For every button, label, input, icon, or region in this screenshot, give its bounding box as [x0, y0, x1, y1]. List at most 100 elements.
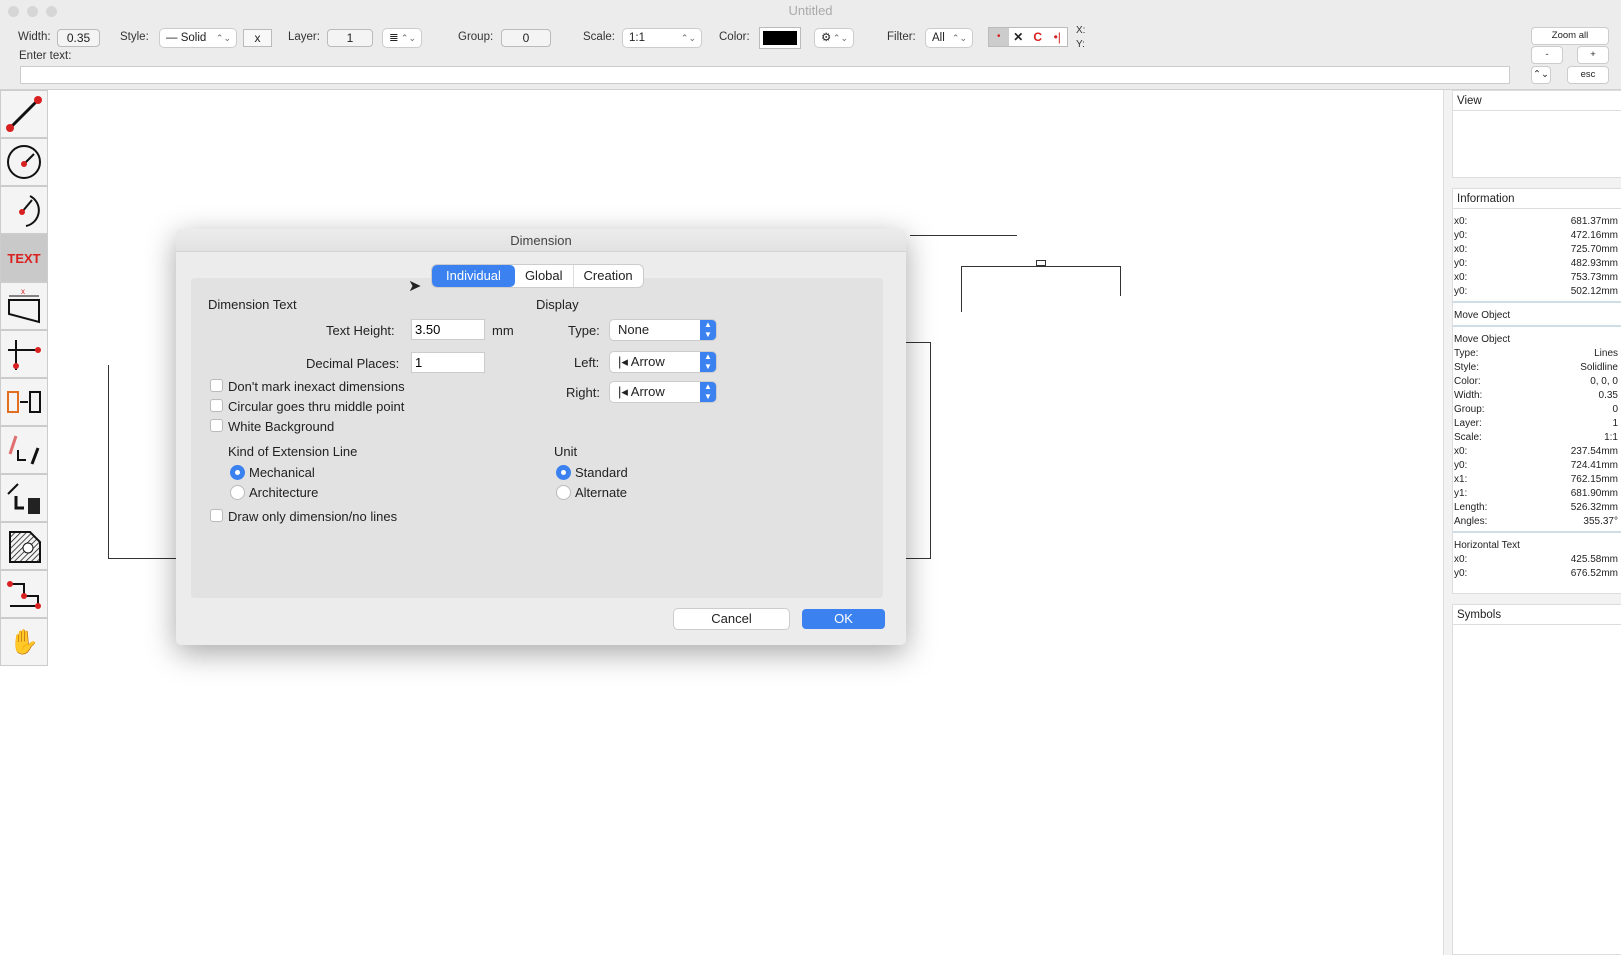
- chevron-updown-icon: ▲ ▼: [700, 382, 716, 402]
- symbols-title: Symbols: [1453, 605, 1621, 625]
- esc-button[interactable]: esc: [1568, 67, 1608, 83]
- info-row: Group: 0: [1453, 403, 1621, 417]
- info-value: 724.41mm: [1570, 460, 1618, 471]
- color-well[interactable]: [759, 27, 801, 49]
- drawing-line: [910, 235, 1017, 236]
- width-label: Width:: [18, 31, 51, 43]
- mechanical-radio[interactable]: [230, 465, 245, 480]
- info-value: 681.37mm: [1570, 216, 1618, 227]
- chevron-updown-icon: ⌃⌄: [951, 33, 967, 43]
- right-label: Right:: [566, 385, 600, 400]
- delete-object-tool[interactable]: [0, 474, 48, 522]
- info-row: x0: 725.70mm: [1453, 243, 1621, 257]
- cancel-button[interactable]: Cancel: [674, 609, 789, 629]
- info-key: x0:: [1454, 446, 1468, 457]
- right-value: Arrow: [630, 384, 665, 399]
- snap-cross-icon[interactable]: ✕: [1008, 28, 1028, 46]
- line-tool[interactable]: [0, 90, 48, 138]
- style-clear-button[interactable]: x: [243, 29, 272, 47]
- hatch-icon: [9, 531, 41, 563]
- style-select[interactable]: — Solid ⌃⌄: [160, 29, 236, 47]
- left-arrow-select[interactable]: |◂ Arrow ▲ ▼: [610, 352, 716, 372]
- unit-heading: Unit: [554, 444, 578, 459]
- pan-hand-tool[interactable]: ✋: [0, 618, 48, 666]
- settings-select[interactable]: ⚙ ⌃⌄: [815, 29, 853, 47]
- information-title: Information: [1453, 189, 1621, 209]
- snap-center-icon[interactable]: C: [1028, 28, 1048, 46]
- snap-point-icon[interactable]: •: [989, 28, 1009, 46]
- info-row: y0: 482.93mm: [1453, 257, 1621, 271]
- scale-select[interactable]: 1:1 ⌃⌄: [623, 29, 701, 47]
- info-key: Group:: [1454, 404, 1485, 415]
- dimension-tool[interactable]: x: [0, 282, 48, 330]
- type-value: None: [618, 322, 650, 337]
- text-tool[interactable]: TEXT: [0, 234, 48, 282]
- perpendicular-icon: [8, 340, 41, 370]
- tab-global[interactable]: Global: [515, 265, 573, 287]
- minimize-window-button[interactable]: [27, 6, 38, 17]
- text-height-unit: mm: [492, 323, 514, 338]
- info-key: y0:: [1454, 568, 1468, 579]
- perpendicular-tool[interactable]: [0, 330, 48, 378]
- arc-radius-tool[interactable]: [0, 186, 48, 234]
- close-window-button[interactable]: [8, 6, 19, 17]
- layer-list-select[interactable]: ≣ ⌃⌄: [383, 29, 421, 47]
- copy-object-tool[interactable]: [0, 378, 48, 426]
- line-icon: [6, 96, 42, 132]
- draw-only-label: Draw only dimension/no lines: [228, 509, 398, 524]
- selection-handle[interactable]: [1036, 260, 1046, 266]
- tool-palette: TEXT x ✋: [0, 90, 48, 666]
- hatch-tool[interactable]: [0, 522, 48, 570]
- move-object-heading: Move Object: [1454, 334, 1511, 345]
- architecture-radio[interactable]: [230, 485, 245, 500]
- type-select[interactable]: None ▲ ▼: [610, 320, 716, 340]
- info-key: x0:: [1454, 554, 1468, 565]
- polyline-icon: [7, 581, 41, 609]
- zoom-window-button[interactable]: [46, 6, 57, 17]
- style-label: Style:: [120, 31, 149, 43]
- info-value: Solidline: [1580, 362, 1618, 373]
- ok-button[interactable]: OK: [802, 609, 885, 629]
- polyline-tool[interactable]: [0, 570, 48, 618]
- zoom-all-button[interactable]: Zoom all: [1532, 28, 1608, 44]
- layer-field[interactable]: 1: [327, 29, 373, 47]
- option-checkbox[interactable]: [210, 419, 223, 432]
- option-checkbox[interactable]: [210, 399, 223, 412]
- history-stepper[interactable]: ⌃⌄: [1532, 67, 1550, 83]
- edit-pencil-icon: [8, 435, 40, 465]
- arrow-end-icon: |◂: [618, 384, 631, 399]
- draw-only-checkbox[interactable]: [210, 509, 223, 522]
- chevron-updown-icon: ⌃⌄: [215, 33, 231, 43]
- snap-buttons: • ✕ C •|: [988, 27, 1068, 47]
- option-label: Circular goes thru middle point: [228, 399, 405, 414]
- right-arrow-select[interactable]: |◂ Arrow ▲ ▼: [610, 382, 716, 402]
- chevron-updown-icon: ▲ ▼: [700, 320, 716, 340]
- tab-individual[interactable]: Individual: [432, 265, 515, 287]
- info-row: Length: 526.32mm: [1453, 501, 1621, 515]
- toolbar: Width: 0.35 Style: — Solid ⌃⌄ x Layer: 1 …: [0, 22, 1621, 90]
- info-row: y1: 681.90mm: [1453, 487, 1621, 501]
- info-value: 762.15mm: [1570, 474, 1618, 485]
- copy-icon: [7, 391, 41, 413]
- width-field[interactable]: 0.35: [57, 29, 100, 47]
- option-checkbox[interactable]: [210, 379, 223, 392]
- drawing-line: [1120, 266, 1121, 296]
- group-field[interactable]: 0: [501, 29, 551, 47]
- info-value: 526.32mm: [1570, 502, 1618, 513]
- zoom-in-button[interactable]: +: [1578, 47, 1608, 63]
- color-swatch: [763, 31, 797, 45]
- zoom-out-button[interactable]: -: [1532, 47, 1562, 63]
- enter-text-input[interactable]: [20, 66, 1510, 84]
- standard-radio[interactable]: [556, 465, 571, 480]
- alternate-radio[interactable]: [556, 485, 571, 500]
- text-height-input[interactable]: [411, 319, 485, 340]
- window-title: Untitled: [788, 3, 833, 18]
- snap-end-icon[interactable]: •|: [1047, 28, 1067, 46]
- decimal-places-input[interactable]: [411, 352, 485, 373]
- scale-value: 1:1: [629, 32, 645, 44]
- circle-radius-tool[interactable]: [0, 138, 48, 186]
- info-value: 0: [1612, 404, 1618, 415]
- filter-select[interactable]: All ⌃⌄: [926, 29, 972, 47]
- tab-creation[interactable]: Creation: [572, 265, 643, 287]
- edit-object-tool[interactable]: [0, 426, 48, 474]
